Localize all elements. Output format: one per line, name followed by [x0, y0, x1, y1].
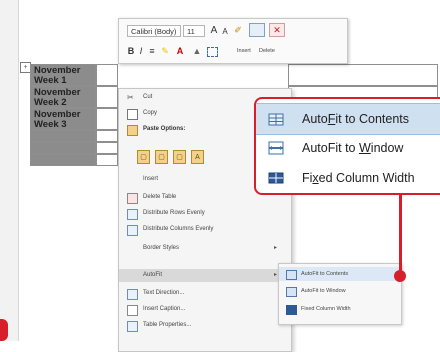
menu-label: Fixed Column Width — [301, 306, 351, 312]
fixed-width-icon — [268, 172, 284, 184]
menu-label: Text Direction... — [143, 290, 185, 296]
menu-label: Table Properties... — [143, 322, 192, 328]
autofit-contents-icon — [268, 113, 284, 126]
table-cell[interactable] — [96, 142, 118, 154]
row-label-2: November Week 2 — [34, 87, 81, 108]
insert-button[interactable]: Insert — [237, 46, 251, 56]
paste-icon — [127, 125, 138, 136]
highlight-icon[interactable]: ✎ — [159, 45, 171, 57]
autofit-window-icon — [268, 141, 284, 155]
menu-item-table-properties[interactable]: Table Properties... — [119, 319, 289, 332]
table-cell[interactable] — [96, 108, 118, 130]
menu-label: Delete Table — [143, 194, 177, 200]
row-label-3: November Week 3 — [34, 109, 81, 130]
paste-nest-table-icon[interactable]: ▢ — [173, 150, 186, 164]
caption-icon — [127, 305, 138, 316]
table-cell[interactable] — [96, 64, 118, 86]
paste-merge-format-icon[interactable]: ▢ — [155, 150, 168, 164]
menu-item-text-direction[interactable]: Text Direction... — [119, 287, 289, 300]
grow-font-button[interactable]: A — [209, 25, 219, 37]
borders-icon[interactable] — [207, 47, 218, 57]
delete-button[interactable]: Delete — [259, 46, 275, 56]
callout-label: AutoFit to Window — [302, 141, 404, 155]
text-direction-icon — [127, 289, 138, 300]
delete-table-icon[interactable]: ✕ — [269, 23, 285, 37]
step-marker — [0, 319, 8, 341]
table-cell-row-6[interactable] — [30, 154, 96, 166]
fixed-width-icon — [286, 305, 297, 315]
menu-label: AutoFit to Contents — [301, 271, 349, 277]
delete-table-icon — [127, 193, 138, 204]
autofit-window-icon — [286, 287, 297, 297]
submenu-item-autofit-contents[interactable]: AutoFit to Contents — [279, 267, 399, 281]
table-style-icon[interactable] — [249, 23, 265, 37]
table-cell[interactable] — [96, 130, 118, 142]
menu-label: Copy — [143, 110, 158, 116]
autofit-contents-icon — [286, 270, 297, 280]
font-color-button[interactable]: A — [175, 45, 185, 57]
row-label-1: November Week 1 — [34, 65, 81, 86]
submenu-item-fixed-width[interactable]: Fixed Column Width — [279, 302, 399, 316]
table-cell[interactable] — [96, 86, 118, 108]
mini-toolbar: Calibri (Body) 11 A A ✐ ✕ B I ≡ ✎ A ▲ In… — [118, 18, 348, 64]
menu-label: Cut — [143, 94, 153, 100]
callout-label: AutoFit to Contents — [302, 112, 410, 126]
table-cell[interactable] — [96, 154, 118, 166]
menu-item-distribute-rows[interactable]: Distribute Rows Evenly — [119, 207, 289, 220]
menu-label: Distribute Rows Evenly — [143, 210, 205, 216]
bold-button[interactable]: B — [127, 45, 135, 57]
table-cell-row-3[interactable]: November Week 3 — [30, 108, 96, 130]
table-cell-row-4[interactable] — [30, 130, 96, 142]
callout-item-autofit-window[interactable]: AutoFit to Window — [256, 133, 440, 163]
menu-item-autofit[interactable]: AutoFit ▸ — [119, 269, 289, 282]
menu-label: Insert — [143, 176, 159, 182]
zoom-callout: AutoFit to Contents AutoFit to Window Fi… — [254, 97, 440, 195]
distribute-columns-icon — [127, 225, 138, 236]
font-size-value: 11 — [187, 27, 195, 36]
table-properties-icon — [127, 321, 138, 332]
menu-label: AutoFit to Window — [301, 288, 346, 294]
menu-item-insert-caption[interactable]: Insert Caption... — [119, 303, 289, 316]
menu-item-distribute-columns[interactable]: Distribute Columns Evenly — [119, 223, 289, 236]
format-painter-icon[interactable]: ✐ — [233, 24, 243, 36]
submenu-arrow-icon: ▸ — [273, 272, 277, 278]
paste-options-group: ▢ ▢ ▢ A — [137, 150, 257, 166]
font-name-select[interactable]: Calibri (Body) — [127, 25, 181, 37]
submenu-arrow-icon: ▸ — [273, 245, 277, 251]
italic-button[interactable]: I — [137, 45, 145, 57]
shading-icon[interactable]: ▲ — [191, 45, 203, 57]
table-cell-right[interactable] — [288, 64, 438, 86]
menu-label: AutoFit — [143, 272, 163, 278]
menu-item-border-styles[interactable]: Border Styles ▸ — [119, 242, 289, 255]
document-left-margin — [0, 0, 19, 341]
callout-item-autofit-contents[interactable]: AutoFit to Contents — [256, 103, 440, 135]
callout-connector-dot — [394, 270, 406, 282]
submenu-item-autofit-window[interactable]: AutoFit to Window — [279, 284, 399, 298]
align-button[interactable]: ≡ — [147, 45, 157, 57]
scissors-icon: ✂ — [127, 93, 134, 102]
menu-label: Insert Caption... — [143, 306, 186, 312]
menu-label: Distribute Columns Evenly — [143, 226, 214, 232]
font-name-value: Calibri (Body) — [131, 27, 177, 36]
table-cell-row-5[interactable] — [30, 142, 96, 154]
font-size-select[interactable]: 11 — [183, 25, 205, 37]
callout-item-fixed-width[interactable]: Fixed Column Width — [256, 163, 440, 193]
autofit-submenu: AutoFit to Contents AutoFit to Window Fi… — [278, 263, 402, 325]
menu-label: Border Styles — [143, 245, 180, 251]
table-cell-row-2[interactable]: November Week 2 — [30, 86, 96, 108]
paste-keep-source-icon[interactable]: ▢ — [137, 150, 150, 164]
menu-label: Paste Options: — [143, 126, 186, 132]
callout-connector-line — [399, 195, 402, 273]
distribute-rows-icon — [127, 209, 138, 220]
callout-label: Fixed Column Width — [302, 171, 415, 185]
table-cell-row-1[interactable]: November Week 1 — [30, 64, 96, 86]
paste-text-only-icon[interactable]: A — [191, 150, 204, 164]
shrink-font-button[interactable]: A — [221, 26, 229, 38]
copy-icon — [127, 109, 138, 120]
